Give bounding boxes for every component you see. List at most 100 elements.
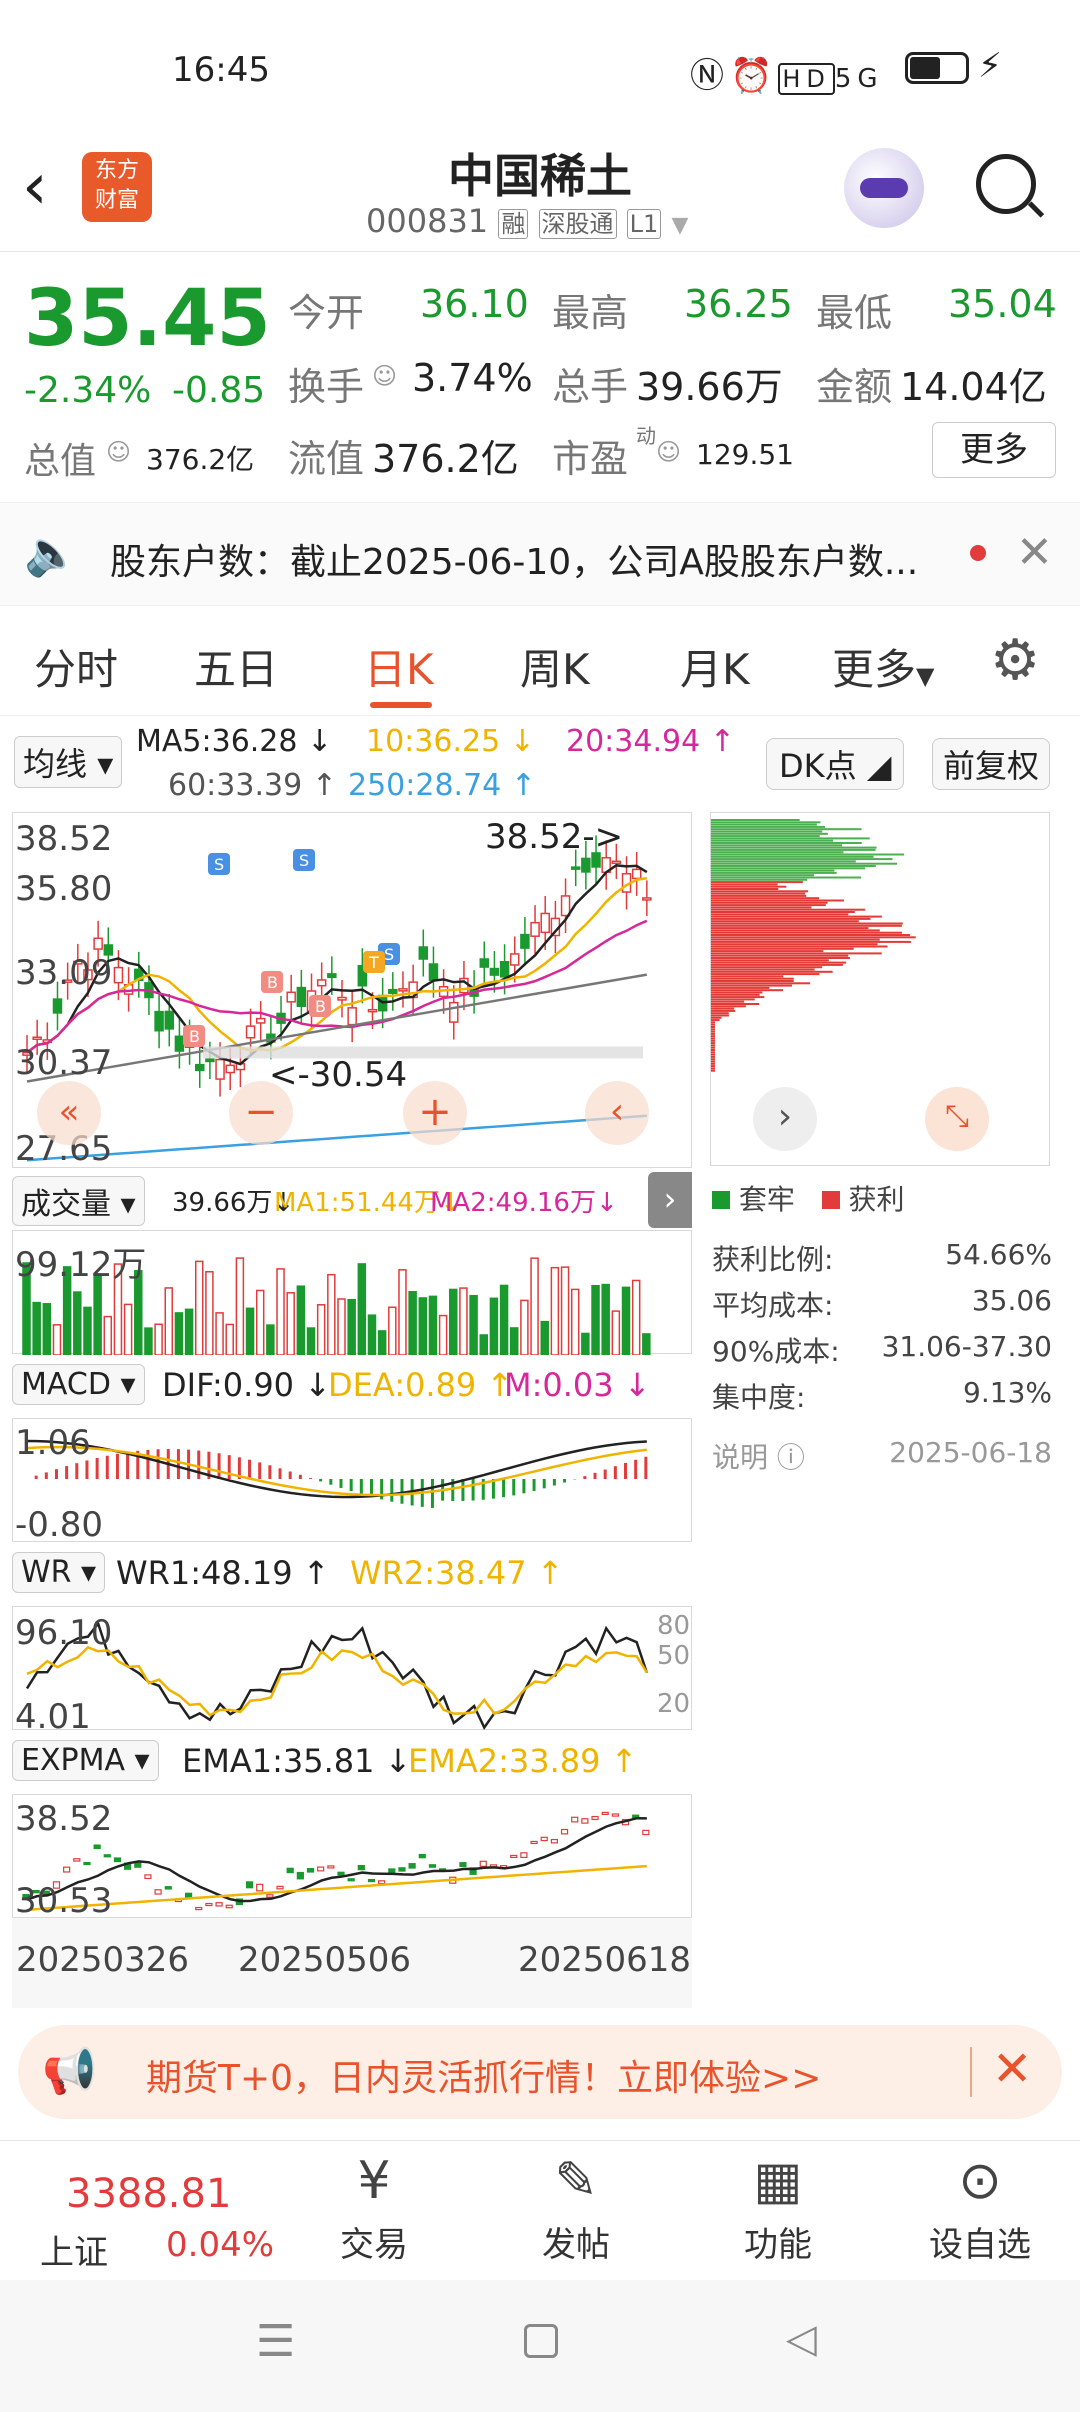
- chip-bar: [711, 1044, 715, 1047]
- chip-bar: [711, 825, 825, 828]
- ma5-line: [26, 864, 648, 1066]
- volume-value: 39.66万: [636, 365, 783, 409]
- expand-icon[interactable]: ⤡: [925, 1087, 989, 1151]
- close-icon[interactable]: ✕: [1016, 527, 1053, 578]
- last-price: 35.45: [24, 274, 271, 364]
- ai-assistant-avatar[interactable]: [844, 148, 924, 228]
- scroll-left-button[interactable]: «: [37, 1081, 101, 1145]
- wr-chart[interactable]: 96.10 4.01 80 50 20: [12, 1606, 692, 1737]
- volume-bar: [52, 1324, 62, 1356]
- expma-chart[interactable]: 38.52 30.53: [12, 1794, 692, 1921]
- chip-bar: [711, 848, 876, 851]
- info-icon[interactable]: ☺: [656, 438, 681, 466]
- tab-weekly-k[interactable]: 周K: [520, 636, 590, 697]
- zoom-in-button[interactable]: +: [403, 1081, 467, 1145]
- tab-monthly-k[interactable]: 月K: [680, 636, 750, 697]
- volume-bar: [388, 1306, 397, 1356]
- candle-body: [205, 1058, 215, 1063]
- volume-bar: [103, 1315, 113, 1356]
- pe-value: 129.51: [696, 438, 794, 471]
- dif-line: [26, 1439, 647, 1499]
- tab-more[interactable]: 更多▼: [832, 636, 934, 697]
- macd-chart[interactable]: 1.06 -0.80: [12, 1418, 692, 1545]
- chip-bar: [711, 846, 877, 849]
- kline-y-label: 30.37: [15, 1043, 113, 1083]
- home-icon[interactable]: [524, 2324, 558, 2358]
- chip-bar: [711, 881, 803, 884]
- volume-bar: [245, 1307, 255, 1356]
- dropdown-icon[interactable]: ▼: [671, 213, 688, 238]
- wr-selector[interactable]: WR ▾: [12, 1552, 106, 1593]
- chip-bar: [711, 897, 820, 900]
- chip-bar: [711, 874, 815, 877]
- chip-bar: [711, 1060, 715, 1063]
- close-icon[interactable]: ✕: [992, 2041, 1032, 2097]
- macd-selector[interactable]: MACD ▾: [12, 1364, 145, 1405]
- volume-legend: 成交量 ▾ 39.66万↓ MA1:51.44万↓ MA2:49.16万↓ ›: [12, 1172, 692, 1228]
- nav-post[interactable]: ✎ 发帖: [506, 2151, 646, 2266]
- stock-code: 000831: [366, 202, 489, 240]
- more-button[interactable]: 更多: [932, 422, 1056, 478]
- volume-selector[interactable]: 成交量 ▾: [12, 1176, 145, 1226]
- chip-bar: [711, 1058, 715, 1061]
- volume-bar: [398, 1269, 407, 1356]
- expma-candle: [83, 1861, 91, 1866]
- explain-row[interactable]: 说明 ⓘ 2025-06-18: [712, 1436, 1052, 1476]
- chip-bar: [711, 947, 854, 950]
- back-nav-icon[interactable]: ◁: [786, 2316, 817, 2362]
- expma-candle: [63, 1866, 71, 1873]
- chip-bar: [711, 920, 859, 923]
- x-axis-label: 20250618: [518, 1940, 692, 1980]
- chip-distribution-chart[interactable]: › ⤡: [710, 812, 1050, 1166]
- change-amount: -0.85: [172, 370, 266, 411]
- macd-y-label: -0.80: [15, 1505, 103, 1545]
- info-icon[interactable]: ☺: [106, 438, 131, 466]
- chip-bar: [711, 871, 837, 874]
- next-arrow-button[interactable]: ›: [753, 1087, 817, 1151]
- chip-bar: [711, 1055, 715, 1058]
- notice-bar[interactable]: 🔈 股东户数：截止2025-06-10，公司A股股东户数... ✕: [0, 502, 1080, 606]
- index-change[interactable]: 0.04%: [166, 2225, 274, 2265]
- settings-gear-icon[interactable]: ⚙: [990, 628, 1040, 693]
- dk-point-button[interactable]: DK点 ◢: [766, 738, 905, 790]
- volume-bar: [357, 1263, 367, 1356]
- chip-bar: [711, 1046, 715, 1049]
- expand-panel-button[interactable]: ›: [648, 1172, 692, 1228]
- expma-selector[interactable]: EXPMA ▾: [12, 1740, 159, 1781]
- kline-chart[interactable]: SSSBBBT 38.52 35.80 33.09 30.37 27.65 38…: [12, 812, 692, 1169]
- menu-icon[interactable]: ☰: [256, 2316, 295, 2367]
- index-name[interactable]: 上证: [40, 2225, 108, 2274]
- expma-candle: [611, 1813, 619, 1817]
- expma-candle: [144, 1874, 152, 1880]
- volume-bar: [296, 1285, 306, 1356]
- volume-bar: [316, 1304, 326, 1356]
- volume-chart[interactable]: 99.12万: [12, 1230, 692, 1356]
- chip-bar: [711, 901, 828, 904]
- signal-marker-label: S: [384, 945, 394, 964]
- expma-candle: [73, 1858, 81, 1862]
- promo-banner[interactable]: 📢 期货T+0，日内灵活抓行情！立即体验>> ✕: [18, 2025, 1062, 2119]
- nav-functions[interactable]: ▦ 功能: [708, 2151, 848, 2266]
- info-icon[interactable]: ☺: [372, 362, 397, 390]
- adjust-button[interactable]: 前复权: [932, 738, 1051, 790]
- candle-body: [418, 946, 429, 960]
- tab-five-day[interactable]: 五日: [194, 636, 278, 697]
- tab-daily-k[interactable]: 日K: [364, 636, 434, 697]
- wr-ref-label: 20: [657, 1689, 691, 1719]
- nav-add-watchlist[interactable]: ⊙ 设自选: [910, 2151, 1050, 2266]
- volume-bar: [225, 1323, 234, 1356]
- index-value[interactable]: 3388.81: [66, 2171, 231, 2217]
- nav-trade[interactable]: ¥ 交易: [304, 2151, 444, 2266]
- scroll-prev-button[interactable]: ‹: [585, 1081, 649, 1145]
- zoom-out-button[interactable]: −: [229, 1081, 293, 1145]
- search-icon[interactable]: [976, 154, 1045, 218]
- change-percent: -2.34%: [24, 370, 152, 411]
- expma-candle: [530, 1840, 538, 1845]
- indicator-selector[interactable]: 均线 ▾: [14, 736, 123, 788]
- expma-candle: [347, 1878, 355, 1882]
- tab-intraday[interactable]: 分时: [34, 636, 118, 697]
- chip-bar: [711, 993, 760, 996]
- signal-marker-label: S: [214, 855, 224, 874]
- macd-dea: DEA:0.89 ↑: [328, 1366, 514, 1404]
- chip-bar: [711, 954, 849, 957]
